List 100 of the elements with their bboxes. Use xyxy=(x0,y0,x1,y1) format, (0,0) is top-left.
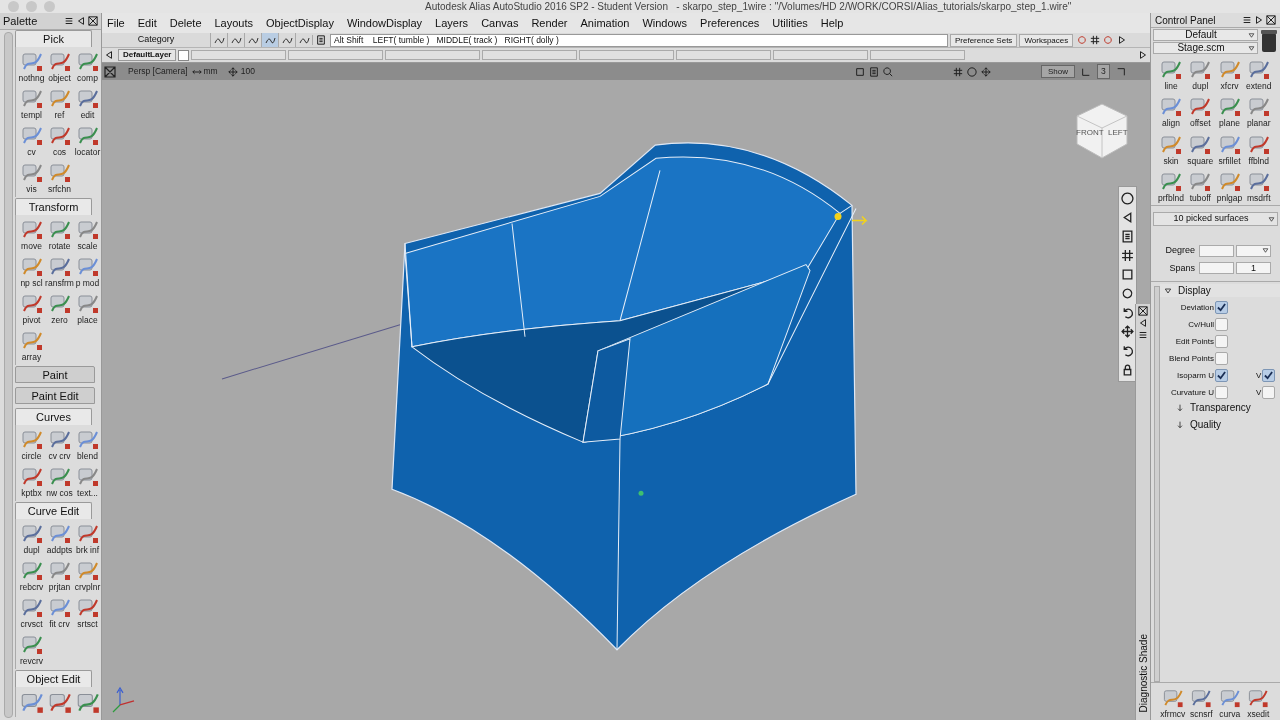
tool-button[interactable]: ffblnd xyxy=(1244,131,1273,168)
tool-button[interactable]: msdrft xyxy=(1244,168,1273,205)
tool-button[interactable]: vis xyxy=(17,160,46,195)
mode-button[interactable] xyxy=(261,33,278,47)
menu-item[interactable]: Layers xyxy=(435,14,469,32)
tool-button[interactable]: rebcrv xyxy=(17,558,46,593)
tool-button[interactable]: cos xyxy=(45,123,74,158)
tool-button[interactable]: offset xyxy=(1186,94,1215,131)
expand-icon[interactable] xyxy=(1117,35,1128,45)
layer-toggle[interactable] xyxy=(178,49,190,61)
tool-button[interactable]: zero xyxy=(45,291,74,326)
show-button[interactable]: Show xyxy=(1040,65,1075,78)
tool-button[interactable]: extend xyxy=(1244,57,1273,94)
tool-button[interactable]: xsedit xyxy=(1244,686,1272,720)
menu-item[interactable]: Delete xyxy=(169,14,202,32)
tool-button[interactable]: align xyxy=(1157,94,1185,131)
tool-button[interactable]: planar xyxy=(1244,94,1273,131)
tool-button[interactable]: pivot xyxy=(17,291,46,326)
menu-item[interactable]: Help xyxy=(820,14,844,32)
input-field[interactable]: 1 xyxy=(1236,262,1271,275)
section-header[interactable]: Transparency xyxy=(1160,399,1280,416)
section-header[interactable]: Display xyxy=(1160,284,1280,297)
tool-button[interactable]: addpts xyxy=(45,521,74,556)
scroll-track[interactable] xyxy=(4,32,13,718)
checkbox[interactable] xyxy=(1215,335,1228,348)
tool-button[interactable]: revcrv xyxy=(17,632,46,667)
mode-button[interactable] xyxy=(210,33,227,47)
palette-section-tab[interactable]: Paint xyxy=(15,366,95,383)
palette-section-tab[interactable]: Curves xyxy=(15,408,92,425)
tool-button[interactable]: scale xyxy=(73,217,101,252)
checkbox[interactable] xyxy=(1262,386,1276,399)
tool-button[interactable]: xfcrv xyxy=(1215,57,1244,94)
toolbar-button[interactable]: Workspaces xyxy=(1019,33,1074,47)
frame-icon[interactable] xyxy=(1121,192,1134,205)
tool-button[interactable]: ransfrm xyxy=(45,254,74,289)
tool-button[interactable]: brk inf xyxy=(73,521,101,556)
tool-button[interactable]: srfchn xyxy=(45,160,74,195)
close-icon[interactable] xyxy=(88,16,98,26)
dropdown-field[interactable] xyxy=(1236,244,1271,257)
menu-item[interactable]: Edit xyxy=(137,14,157,32)
scroll-track[interactable] xyxy=(1154,286,1160,682)
chair-drawing[interactable] xyxy=(391,142,868,651)
close-icon[interactable] xyxy=(1138,306,1148,316)
menu-icon[interactable] xyxy=(64,16,74,26)
menu-icon[interactable] xyxy=(1242,15,1252,25)
tool-button[interactable]: fit crv xyxy=(45,595,74,630)
tool-button[interactable]: prfblnd xyxy=(1157,168,1185,205)
undo-icon[interactable] xyxy=(1121,344,1134,357)
document-icon[interactable] xyxy=(315,35,326,45)
stage-dropdown[interactable]: Stage.scm xyxy=(1153,42,1258,54)
input-field[interactable] xyxy=(1199,262,1234,275)
menu-item[interactable]: ObjectDisplay xyxy=(266,14,334,32)
toolbar-button[interactable]: Preference Sets xyxy=(950,33,1018,47)
tool-button[interactable]: dupl xyxy=(17,521,46,556)
back-icon[interactable] xyxy=(1121,211,1134,224)
palette-section-tab[interactable]: Transform xyxy=(15,198,92,215)
tool-button[interactable]: crvplnr xyxy=(73,558,101,593)
palette-section-tab[interactable]: Object Edit xyxy=(15,670,92,687)
tool-button[interactable]: line xyxy=(1157,57,1185,94)
tool-button[interactable]: cv xyxy=(17,123,46,158)
tool-button[interactable]: crvsct xyxy=(17,595,46,630)
move-icon[interactable] xyxy=(1121,325,1134,338)
menu-item[interactable]: File xyxy=(107,14,125,32)
palette-section-tab[interactable]: Paint Edit xyxy=(15,387,95,404)
tool-button[interactable]: curva xyxy=(1216,686,1244,720)
corner-icon[interactable] xyxy=(1115,66,1126,77)
grid-icon[interactable] xyxy=(1121,249,1134,262)
collapse-icon[interactable] xyxy=(1138,318,1148,328)
close-icon[interactable] xyxy=(104,65,116,78)
menu-item[interactable]: Windows xyxy=(642,14,688,32)
view-cube[interactable]: FRONT LEFT xyxy=(1075,102,1129,160)
tool-button[interactable]: pnlgap xyxy=(1215,168,1244,205)
mode-button[interactable] xyxy=(244,33,261,47)
tool-button[interactable]: scnsrf xyxy=(1187,686,1215,720)
tool-button[interactable]: srtsct xyxy=(73,595,101,630)
undo-icon[interactable] xyxy=(1121,306,1134,319)
tool-button[interactable]: blend xyxy=(73,427,101,462)
checkbox[interactable] xyxy=(1215,301,1228,314)
menu-icon[interactable] xyxy=(1138,330,1148,340)
tool-button[interactable]: tuboff xyxy=(1186,168,1215,205)
menu-item[interactable]: Canvas xyxy=(481,14,519,32)
selection-dropdown[interactable]: 10 picked surfaces xyxy=(1153,212,1278,226)
search-icon[interactable] xyxy=(882,66,893,77)
tool-button[interactable]: nw cos xyxy=(45,464,74,499)
scroll-right-icon[interactable] xyxy=(1138,50,1148,60)
square-icon[interactable] xyxy=(1121,268,1134,281)
tool-button[interactable]: rotate xyxy=(45,217,74,252)
view-count[interactable]: 3 xyxy=(1096,64,1110,79)
tool-button[interactable]: text... xyxy=(73,464,101,499)
tool-button[interactable]: square xyxy=(1186,131,1215,168)
tool-button[interactable]: skin xyxy=(1157,131,1185,168)
palette-section-tab[interactable]: Curve Edit xyxy=(15,502,92,519)
collapse-icon[interactable] xyxy=(1254,15,1264,25)
tool-button[interactable]: edit xyxy=(73,86,101,121)
corner-icon[interactable] xyxy=(1080,66,1091,77)
tool-button[interactable]: ref xyxy=(45,86,74,121)
preset-dropdown[interactable]: Default xyxy=(1153,29,1258,41)
tool-button[interactable]: array xyxy=(17,328,46,363)
checkbox[interactable] xyxy=(1215,318,1228,331)
tool-button[interactable]: move xyxy=(17,217,46,252)
